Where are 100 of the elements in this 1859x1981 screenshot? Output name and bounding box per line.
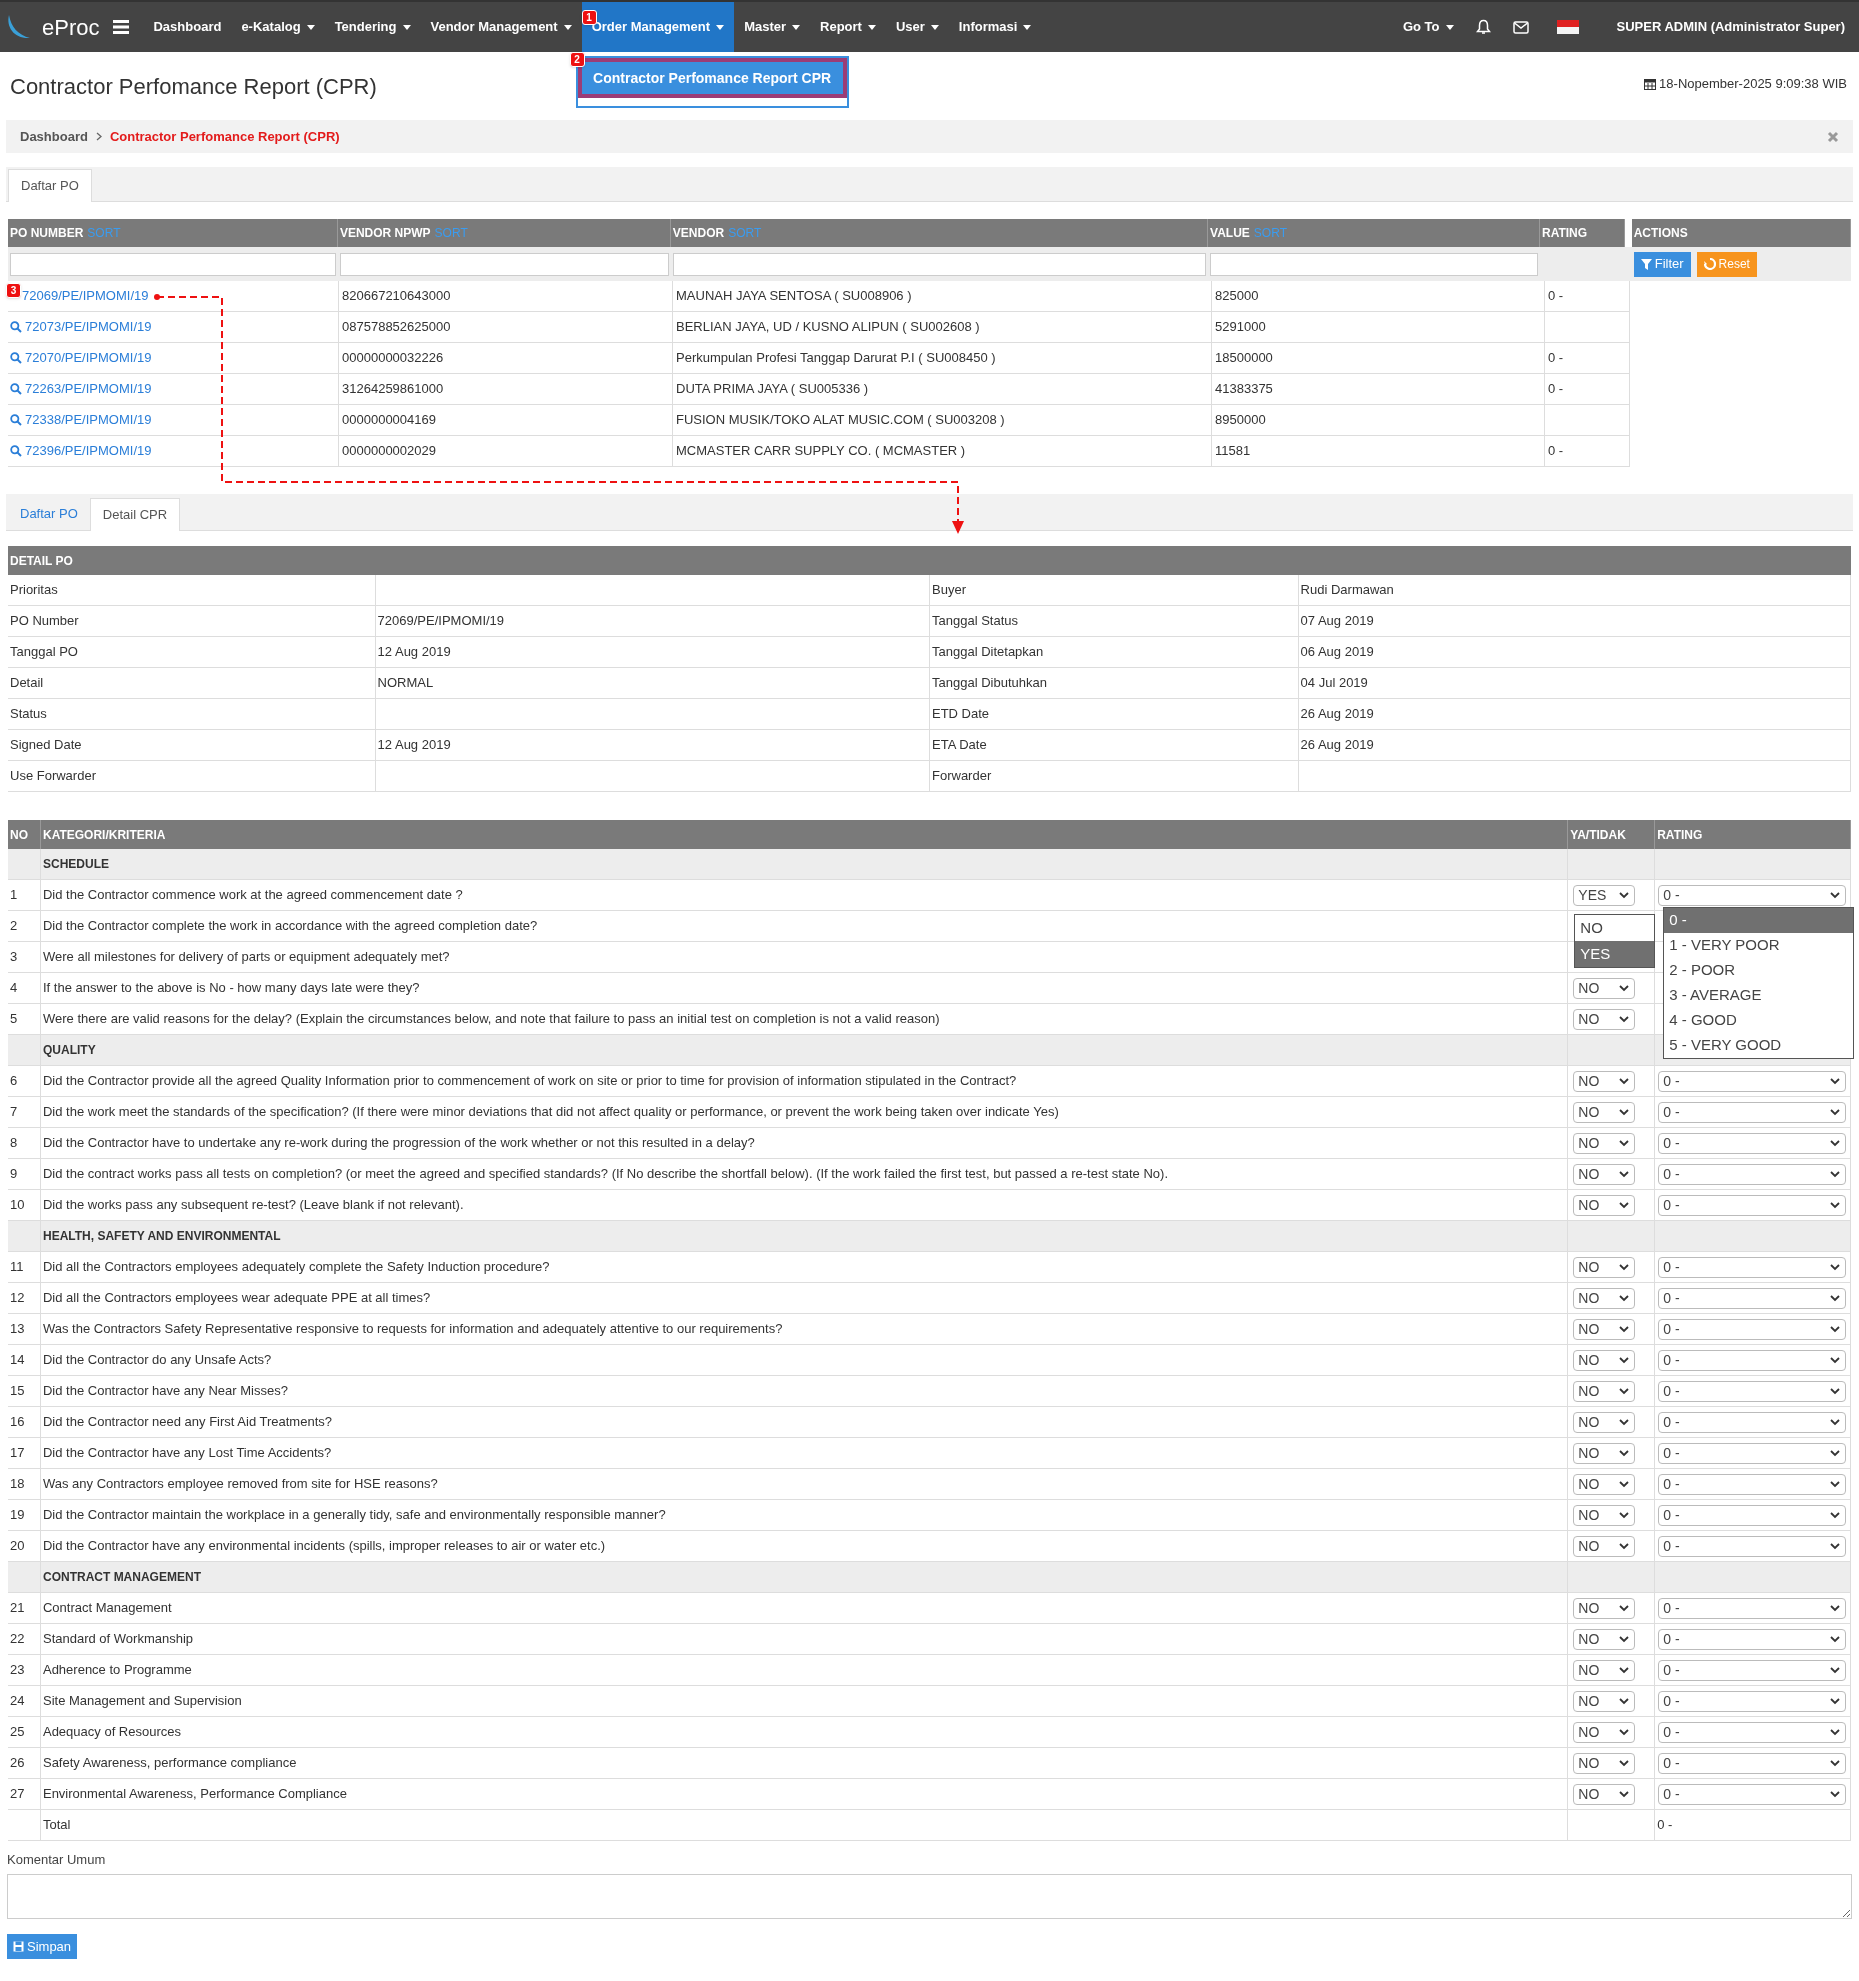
nav-menu-item[interactable]: Master (734, 2, 811, 52)
answer-select[interactable]: NO (1573, 1628, 1636, 1650)
filter-field[interactable] (339, 252, 669, 276)
rating-select[interactable]: 0 - (1658, 1597, 1847, 1619)
dropdown-option[interactable]: 1 - VERY POOR (1664, 933, 1854, 958)
nav-menu-item[interactable]: Report (810, 2, 886, 52)
nav-menu-item[interactable]: Informasi (948, 2, 1042, 52)
answer-select[interactable]: NO (1573, 1163, 1636, 1185)
answer-select[interactable]: NO (1573, 1721, 1636, 1743)
chevron-icon (1619, 1728, 1630, 1736)
rating-select[interactable]: 0 - (1658, 1690, 1847, 1712)
menu-icon[interactable] (113, 20, 130, 34)
rating-select[interactable]: 0 - (1658, 1070, 1847, 1092)
rating-select[interactable]: 0 - (1658, 1783, 1847, 1805)
tab[interactable]: Daftar PO (8, 497, 90, 530)
nav-menu-item[interactable]: e-Katalog (231, 2, 325, 52)
chevron-icon (1619, 1108, 1630, 1116)
nav-menu-item[interactable]: User (885, 2, 949, 52)
bell-icon[interactable] (1475, 19, 1491, 35)
search-icon[interactable] (10, 352, 22, 364)
filter-field[interactable] (672, 252, 1207, 276)
answer-select[interactable]: NO (1573, 1008, 1636, 1030)
rating-select[interactable]: 0 - (1658, 1101, 1847, 1123)
answer-select[interactable]: NO (1573, 1287, 1636, 1309)
total-value: 0 - (1657, 1816, 1673, 1835)
rating-select[interactable]: 0 - (1658, 1163, 1847, 1185)
nav-menu-item[interactable]: Tendering (324, 2, 421, 52)
goto-menu[interactable]: Go To (1402, 17, 1454, 37)
rating-select[interactable]: 0 - (1658, 1659, 1847, 1681)
rating-select[interactable]: 0 - (1658, 1380, 1847, 1402)
po-number-link[interactable]: 72396/PE/IPMOMI/19 (25, 441, 152, 461)
comment-field[interactable] (7, 1874, 1852, 1919)
rating-select[interactable]: 0 - (1658, 1287, 1847, 1309)
rating-select[interactable]: 0 - (1658, 1318, 1847, 1340)
tab[interactable]: Daftar PO (8, 169, 92, 202)
dropdown-option[interactable]: 0 - (1664, 908, 1854, 933)
answer-select[interactable]: NO (1573, 1349, 1636, 1371)
answer-select[interactable]: NO (1573, 1752, 1636, 1774)
rating-select[interactable]: 0 - (1658, 1721, 1847, 1743)
answer-select[interactable]: NO (1573, 1411, 1636, 1433)
row-number: 6 (10, 1072, 18, 1091)
answer-select[interactable]: NO (1573, 1442, 1636, 1464)
answer-select[interactable]: NO (1573, 1256, 1636, 1278)
po-number-link[interactable]: 72338/PE/IPMOMI/19 (25, 410, 152, 430)
answer-select[interactable]: YES (1573, 884, 1636, 906)
table-cell-text: DUTA PRIMA JAYA ( SU005336 ) (676, 380, 869, 399)
rating-select[interactable]: 0 - (1658, 1535, 1847, 1557)
dropdown-option[interactable]: NO (1575, 915, 1655, 941)
rating-select[interactable]: 0 - (1658, 1473, 1847, 1495)
answer-select[interactable]: NO (1573, 1194, 1636, 1216)
dropdown-option[interactable]: 2 - POOR (1664, 958, 1854, 983)
search-icon[interactable] (10, 383, 22, 395)
flag-icon[interactable] (1556, 20, 1579, 34)
answer-select[interactable]: NO (1573, 977, 1636, 999)
answer-select[interactable]: NO (1573, 1473, 1636, 1495)
filter-field[interactable] (1210, 252, 1538, 276)
answer-select[interactable]: NO (1573, 1535, 1636, 1557)
nav-menu-item[interactable]: Dashboard (143, 2, 232, 52)
answer-select[interactable]: NO (1573, 1101, 1636, 1123)
answer-select[interactable]: NO (1573, 1783, 1636, 1805)
answer-select[interactable]: NO (1573, 1504, 1636, 1526)
dropdown-option[interactable]: 3 - AVERAGE (1664, 983, 1854, 1008)
mail-icon[interactable] (1512, 20, 1529, 34)
close-icon[interactable] (1827, 130, 1839, 143)
po-number-link[interactable]: 72070/PE/IPMOMI/19 (25, 348, 152, 368)
rating-select[interactable]: 0 - (1658, 884, 1847, 906)
rating-select[interactable]: 0 - (1658, 1504, 1847, 1526)
answer-select[interactable]: NO (1573, 1659, 1636, 1681)
answer-select[interactable]: NO (1573, 1690, 1636, 1712)
calendar-icon (1644, 78, 1657, 90)
answer-select[interactable]: NO (1573, 1070, 1636, 1092)
rating-select[interactable]: 0 - (1658, 1411, 1847, 1433)
tab[interactable]: Detail CPR (89, 498, 181, 531)
search-icon[interactable] (10, 414, 22, 426)
answer-select[interactable]: NO (1573, 1380, 1636, 1402)
answer-select[interactable]: NO (1573, 1132, 1636, 1154)
rating-select[interactable]: 0 - (1658, 1442, 1847, 1464)
breadcrumb-link[interactable]: Contractor Perfomance Report (CPR) (109, 126, 340, 147)
rating-select[interactable]: 0 - (1658, 1752, 1847, 1774)
po-number-link[interactable]: 72069/PE/IPMOMI/19 (22, 286, 149, 306)
breadcrumb-link[interactable]: Dashboard (20, 126, 88, 147)
rating-select[interactable]: 0 - (1658, 1194, 1847, 1216)
dropdown-option[interactable]: 5 - VERY GOOD (1664, 1033, 1854, 1058)
answer-select[interactable]: NO (1573, 1597, 1636, 1619)
rating-select[interactable]: 0 - (1658, 1349, 1847, 1371)
filter-field[interactable] (10, 252, 336, 276)
rating-select[interactable]: 0 - (1658, 1256, 1847, 1278)
user-name[interactable]: SUPER ADMIN (Administrator Super) (1616, 17, 1845, 37)
po-number-link[interactable]: 72263/PE/IPMOMI/19 (25, 379, 152, 399)
search-icon[interactable] (10, 445, 22, 457)
rating-select[interactable]: 0 - (1658, 1628, 1847, 1650)
chevron-icon (1619, 1325, 1630, 1333)
dropdown-option[interactable]: YES (1575, 941, 1655, 967)
search-icon[interactable] (10, 321, 22, 333)
answer-select[interactable]: NO (1573, 1318, 1636, 1340)
rating-select[interactable]: 0 - (1658, 1132, 1847, 1154)
nav-menu-item[interactable]: Vendor Management (420, 2, 582, 52)
dropdown-option[interactable]: 4 - GOOD (1664, 1008, 1854, 1033)
chevron-icon (1830, 1139, 1841, 1147)
po-number-link[interactable]: 72073/PE/IPMOMI/19 (25, 317, 152, 337)
